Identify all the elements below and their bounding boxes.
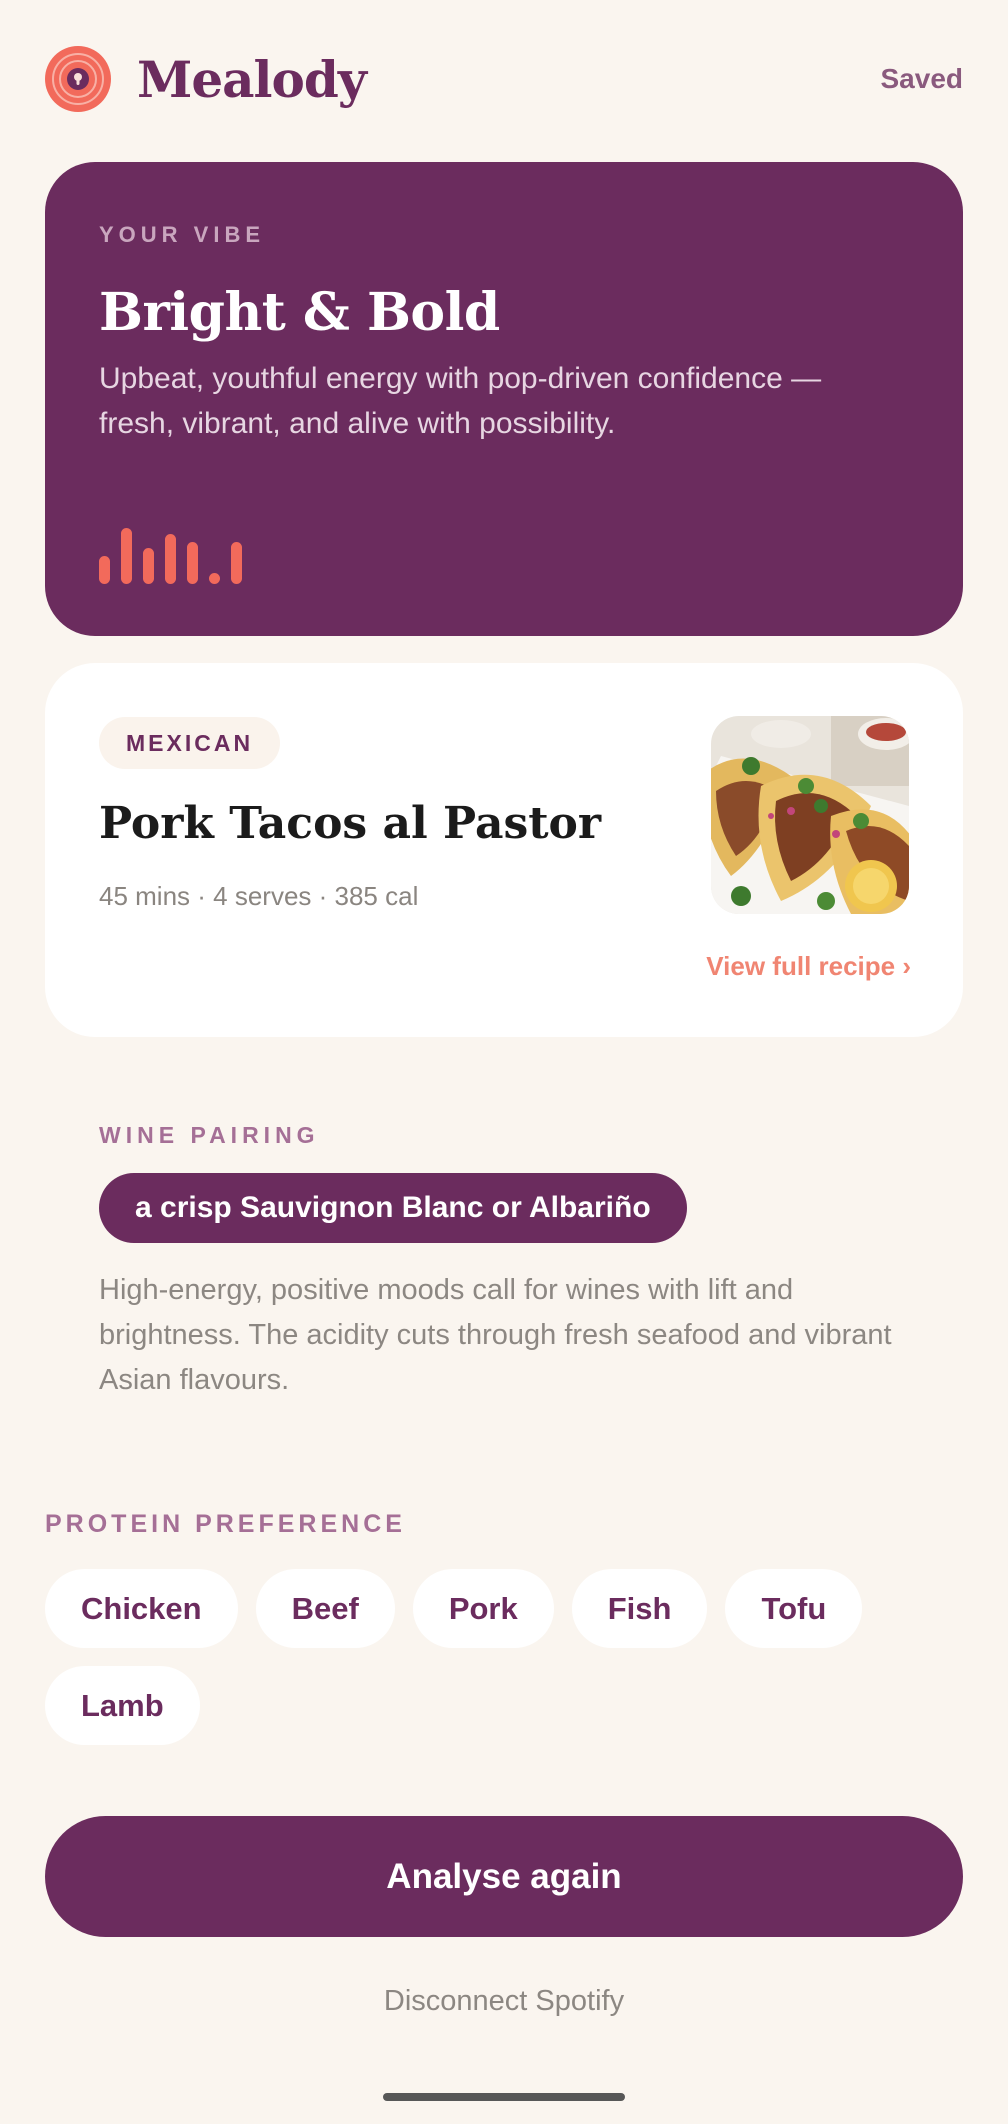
view-full-recipe-link[interactable]: View full recipe › [706, 951, 911, 982]
disconnect-spotify-link[interactable]: Disconnect Spotify [0, 1985, 1008, 2018]
protein-eyebrow: PROTEIN PREFERENCE [45, 1510, 406, 1538]
protein-chip-pork[interactable]: Pork [412, 1569, 554, 1648]
home-indicator[interactable] [383, 2093, 625, 2101]
protein-chip-fish[interactable]: Fish [571, 1569, 708, 1648]
audio-bars-icon [99, 528, 242, 584]
recipe-meta: 45 mins · 4 serves · 385 cal [99, 881, 419, 911]
vibe-bar [231, 542, 242, 584]
vibe-bar [143, 548, 154, 584]
vibe-bar [209, 573, 220, 584]
cuisine-badge: MEXICAN [99, 717, 281, 769]
header: Mealody Saved [45, 44, 963, 114]
wine-description: High-energy, positive moods call for win… [99, 1274, 892, 1396]
protein-chip-tofu[interactable]: Tofu [725, 1569, 863, 1648]
vibe-bar [165, 534, 176, 584]
app-title: Mealody [137, 49, 367, 109]
wine-pairing-badge: a crisp Sauvignon Blanc or Albariño [99, 1173, 687, 1243]
vibe-description: Upbeat, youthful energy with pop-driven … [99, 362, 822, 440]
vibe-title: Bright & Bold [99, 282, 500, 343]
saved-link[interactable]: Saved [881, 63, 964, 95]
protein-chip-chicken[interactable]: Chicken [45, 1569, 238, 1648]
protein-chip-beef[interactable]: Beef [255, 1569, 395, 1648]
protein-chips: Chicken Beef Pork Fish Tofu Lamb [45, 1569, 963, 1745]
analyse-again-button[interactable]: Analyse again [45, 1816, 963, 1937]
recipe-card[interactable]: MEXICAN Pork Tacos al Pastor 45 mins · 4… [45, 663, 963, 1037]
tacos-photo [711, 716, 909, 914]
vibe-bar [187, 542, 198, 584]
app-screen: Mealody Saved YOUR VIBE Bright & Bold Up… [0, 0, 1008, 2124]
protein-chip-lamb[interactable]: Lamb [45, 1666, 200, 1745]
vibe-bar [99, 556, 110, 584]
vibe-card: YOUR VIBE Bright & Bold Upbeat, youthful… [45, 162, 963, 636]
wine-eyebrow: WINE PAIRING [99, 1122, 320, 1148]
vibe-eyebrow: YOUR VIBE [99, 222, 266, 247]
recipe-title: Pork Tacos al Pastor [99, 798, 602, 849]
record-logo-icon [45, 46, 111, 112]
vibe-bar [121, 528, 132, 584]
